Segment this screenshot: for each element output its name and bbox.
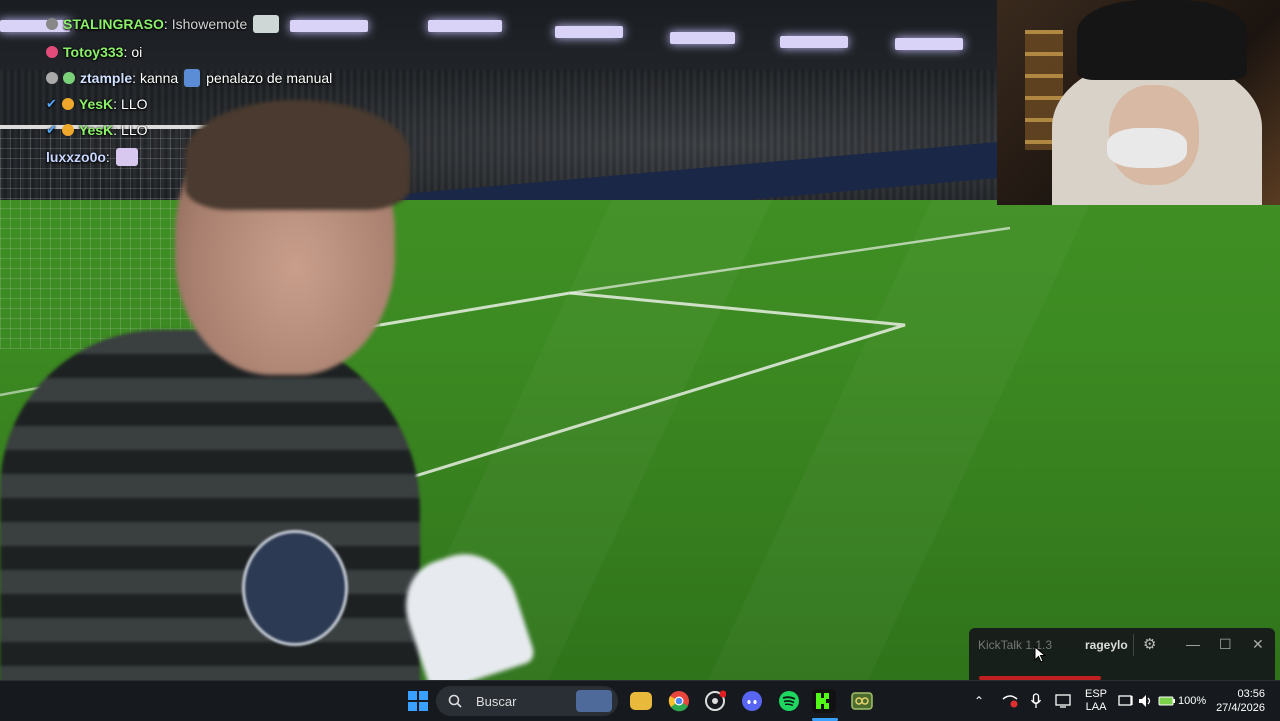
close-button[interactable]: ✕ <box>1252 636 1264 653</box>
player-jersey <box>0 330 420 680</box>
obs-icon[interactable] <box>703 689 727 713</box>
chat-text: LLO <box>121 122 148 138</box>
chat-separator: : <box>132 70 137 86</box>
chat-separator: : <box>105 149 110 165</box>
chat-separator: : <box>123 44 128 60</box>
emote-icon <box>115 148 138 166</box>
windows-start-icon[interactable] <box>406 689 430 713</box>
hat <box>1077 0 1247 80</box>
chat-text: oi <box>131 44 143 60</box>
maximize-button[interactable]: ☐ <box>1219 636 1232 653</box>
microphone-icon[interactable] <box>1030 681 1042 721</box>
battery-percentage: 100% <box>1178 695 1207 707</box>
gear-icon[interactable]: ⚙ <box>1143 635 1156 653</box>
volume-icon[interactable] <box>1138 681 1154 721</box>
chat-username[interactable]: ztample <box>80 70 132 86</box>
username-label[interactable]: rageylo <box>1085 638 1128 652</box>
chrome-icon[interactable] <box>667 689 691 713</box>
search-placeholder: Buscar <box>476 693 517 709</box>
tray-chevron-icon[interactable]: ⌃ <box>974 681 984 721</box>
network-warning-icon[interactable] <box>1002 681 1018 721</box>
chat-message: STALINGRASO : Ishowemote <box>46 13 285 35</box>
clock-date: 27/4/2026 <box>1216 702 1265 714</box>
clock[interactable]: 03:56 27/4/2026 <box>1216 681 1265 721</box>
chat-separator: : <box>113 122 118 138</box>
sub-badge-icon <box>63 72 75 84</box>
file-explorer-icon[interactable] <box>630 692 652 710</box>
clock-time: 03:56 <box>1237 688 1265 700</box>
verified-icon: ✔ <box>46 96 57 111</box>
chat-separator: : <box>163 16 168 32</box>
player-hair <box>185 100 410 210</box>
chat-message: luxxzo0o : <box>46 146 144 168</box>
chat-text: Ishowemote <box>171 16 248 32</box>
chat-username[interactable]: YesK <box>79 122 113 138</box>
search-highlight-icon <box>576 690 612 712</box>
verified-icon: ✔ <box>46 122 57 137</box>
spotify-icon[interactable] <box>777 689 801 713</box>
chat-separator: : <box>113 96 118 112</box>
chat-text: LLO <box>121 96 148 112</box>
chat-text: penalazo de manual <box>206 70 333 86</box>
kicktalk-window[interactable]: KickTalk 1.1.3 rageylo ⚙ — ☐ ✕ <box>969 628 1275 680</box>
mouse-cursor-icon <box>1034 646 1046 663</box>
minimize-button[interactable]: — <box>1186 636 1200 652</box>
divider <box>1133 634 1134 656</box>
chat-username[interactable]: luxxzo0o <box>46 149 106 165</box>
emote-icon <box>253 15 280 33</box>
chat-username[interactable]: YesK <box>79 96 113 112</box>
chat-text: kanna <box>140 70 179 86</box>
jersey-crest <box>242 530 348 646</box>
webcam-overlay <box>997 0 1280 205</box>
chat-message: ✔ YesK : LLO <box>46 119 148 141</box>
chat-message: Totoy333 : oi <box>46 41 142 63</box>
display-icon[interactable] <box>1055 681 1071 721</box>
badge-icon <box>61 98 74 110</box>
battery-icon[interactable] <box>1158 681 1176 721</box>
chat-username[interactable]: Totoy333 <box>63 44 123 60</box>
wifi-icon[interactable] <box>1118 681 1134 721</box>
emote-icon <box>184 69 201 87</box>
search-icon <box>448 694 462 708</box>
face-cover <box>1107 128 1187 168</box>
chat-username[interactable]: STALINGRASO <box>63 16 164 32</box>
kick-icon[interactable] <box>812 689 836 713</box>
chat-message: ✔ YesK : LLO <box>46 93 148 115</box>
badge-icon <box>46 46 58 58</box>
badge-icon <box>46 18 58 30</box>
chat-message: ztample : kanna penalazo de manual <box>46 67 332 89</box>
badge-icon <box>61 124 74 136</box>
search-box[interactable]: Buscar <box>436 686 618 716</box>
discord-icon[interactable] <box>740 689 764 713</box>
keyboard-layout: LAA <box>1085 701 1107 713</box>
language-indicator[interactable]: ESP LAA <box>1085 681 1107 721</box>
app-icon[interactable] <box>850 689 874 713</box>
language-code: ESP <box>1085 688 1108 700</box>
taskbar: Buscar ⌃ ESP LAA 100% 03:56 27/4/2026 <box>0 680 1280 721</box>
badge-icon <box>46 72 58 84</box>
